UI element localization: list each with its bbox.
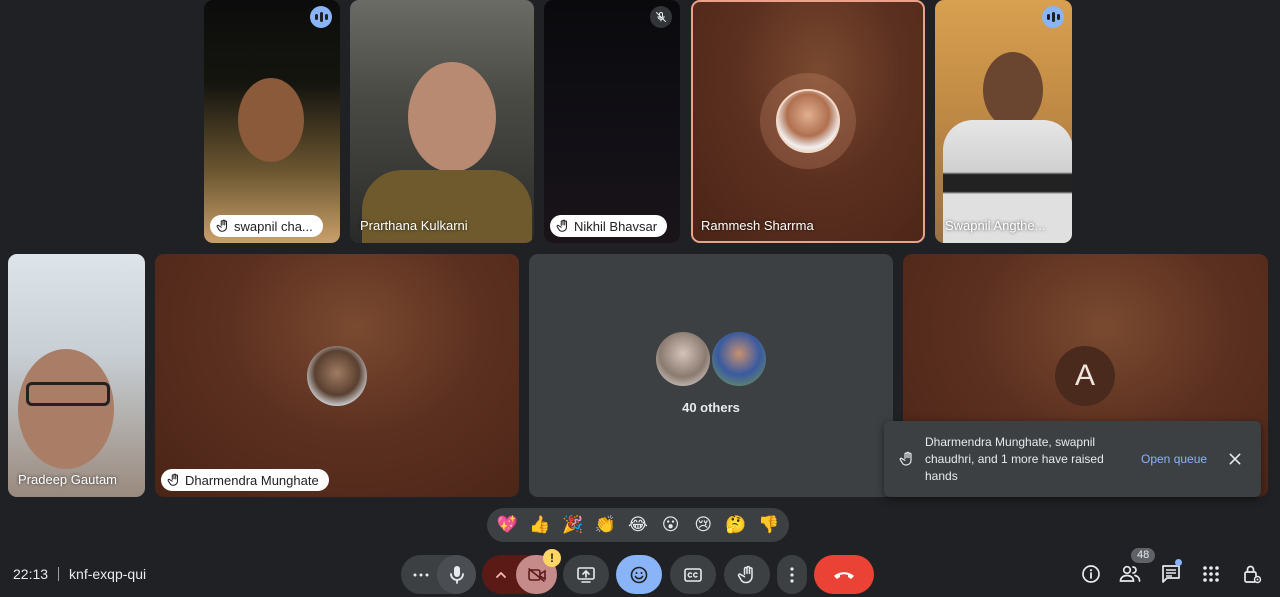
camera-off-button[interactable]: !: [516, 549, 561, 594]
reaction-thumbs-up[interactable]: 👍: [526, 515, 554, 535]
avatar: [307, 346, 367, 406]
participant-video: [408, 62, 496, 172]
others-count: 40 others: [682, 400, 740, 415]
glasses: [26, 382, 110, 406]
speaking-indicator-icon: [310, 6, 332, 28]
participant-tile[interactable]: Dharmendra Munghate: [155, 254, 519, 497]
participant-name: swapnil cha...: [234, 218, 313, 234]
captions-icon: [684, 567, 702, 582]
reaction-sparkling-heart[interactable]: 💖: [493, 515, 521, 535]
more-horizontal-icon: [413, 573, 429, 576]
meet-stage: swapnil cha... Prarthana Kulkarni Nikhil…: [0, 0, 1280, 597]
divider: [58, 567, 60, 581]
reaction-laughing[interactable]: 😂: [624, 515, 652, 535]
camera-off-icon: [527, 567, 546, 582]
more-reactions-button[interactable]: [401, 555, 476, 594]
participant-video: [983, 52, 1043, 128]
participant-tile[interactable]: Prarthana Kulkarni: [350, 0, 534, 243]
present-screen-icon: [577, 566, 595, 583]
raised-hands-toast: Dharmendra Munghate, swapnil chaudhri, a…: [884, 421, 1261, 497]
open-queue-link[interactable]: Open queue: [1141, 452, 1207, 466]
emoji-reactions-button[interactable]: [616, 555, 662, 594]
reaction-surprised[interactable]: 😮: [657, 515, 685, 535]
reaction-party-popper[interactable]: 🎉: [559, 515, 587, 535]
reaction-thinking[interactable]: 🤔: [722, 515, 750, 535]
meeting-details-button[interactable]: [1079, 562, 1103, 586]
raised-hand-icon: [216, 219, 228, 232]
raise-hand-button[interactable]: [724, 555, 770, 594]
reaction-thumbs-down[interactable]: 👎: [755, 515, 783, 535]
others-avatars: [656, 332, 766, 386]
raise-hand-icon: [737, 565, 753, 583]
host-controls-button[interactable]: [1240, 562, 1264, 586]
others-group: 40 others: [529, 332, 893, 415]
warning-badge: !: [543, 549, 561, 567]
raised-hand-icon: [556, 219, 568, 232]
people-count-badge: 48: [1131, 548, 1156, 563]
avatar-letter: A: [1055, 346, 1115, 406]
mic-icon: [449, 565, 464, 584]
participant-tile[interactable]: Swapnil Angthe...: [935, 0, 1072, 243]
apps-grid-icon: [1203, 566, 1219, 582]
participant-video: [18, 349, 114, 469]
camera-control: !: [482, 549, 561, 594]
activities-button[interactable]: [1199, 562, 1223, 586]
participant-name-pill: Dharmendra Munghate: [161, 469, 329, 491]
clock-time: 22:13: [13, 566, 49, 582]
end-call-icon: [834, 571, 854, 579]
participant-name-pill: Nikhil Bhavsar: [550, 215, 668, 237]
reaction-sad[interactable]: 😢: [689, 515, 717, 535]
toast-message: Dharmendra Munghate, swapnil chaudhri, a…: [925, 434, 1104, 483]
people-icon: [1119, 565, 1141, 582]
participant-tile[interactable]: swapnil cha...: [204, 0, 340, 243]
emoji-icon: [630, 566, 648, 583]
participant-name-pill: swapnil cha...: [210, 215, 323, 237]
participant-tile[interactable]: Pradeep Gautam: [8, 254, 145, 497]
host-lock-icon: [1244, 565, 1262, 584]
avatar: [656, 332, 710, 386]
captions-button[interactable]: [670, 555, 716, 594]
others-tile[interactable]: 40 others: [529, 254, 893, 497]
avatar: [776, 89, 840, 153]
participant-name: Prarthana Kulkarni: [360, 218, 468, 233]
chevron-up-icon[interactable]: [496, 571, 506, 578]
avatar: [712, 332, 766, 386]
reaction-clapping[interactable]: 👏: [591, 515, 619, 535]
leave-call-button[interactable]: [814, 555, 874, 594]
participant-video: [238, 78, 304, 162]
participant-name: Dharmendra Munghate: [185, 472, 319, 488]
reactions-bar: 💖 👍 🎉 👏 😂 😮 😢 🤔 👎: [487, 508, 789, 542]
meeting-info: 22:13 knf-exqp-qui: [13, 566, 146, 582]
participant-name: Swapnil Angthe...: [945, 218, 1046, 233]
meeting-code: knf-exqp-qui: [69, 566, 147, 582]
participant-name: Nikhil Bhavsar: [574, 218, 658, 234]
raised-hand-icon: [167, 473, 179, 486]
close-icon[interactable]: [1227, 451, 1243, 467]
info-icon: [1082, 565, 1100, 583]
more-vertical-icon: [790, 566, 794, 583]
participant-name: Rammesh Sharrma: [701, 218, 814, 233]
people-button[interactable]: [1118, 562, 1142, 586]
raised-hand-icon: [899, 451, 912, 466]
chat-notification-dot: [1175, 559, 1182, 566]
mic-off-icon: [650, 6, 672, 28]
speaking-indicator-icon: [1042, 6, 1064, 28]
mic-button[interactable]: [437, 555, 476, 594]
chat-icon: [1162, 565, 1180, 583]
participant-tile[interactable]: Rammesh Sharrma: [691, 0, 925, 243]
present-screen-button[interactable]: [563, 555, 609, 594]
more-options-button[interactable]: [777, 555, 807, 594]
participant-tile[interactable]: Nikhil Bhavsar: [544, 0, 680, 243]
participant-name: Pradeep Gautam: [18, 472, 118, 487]
